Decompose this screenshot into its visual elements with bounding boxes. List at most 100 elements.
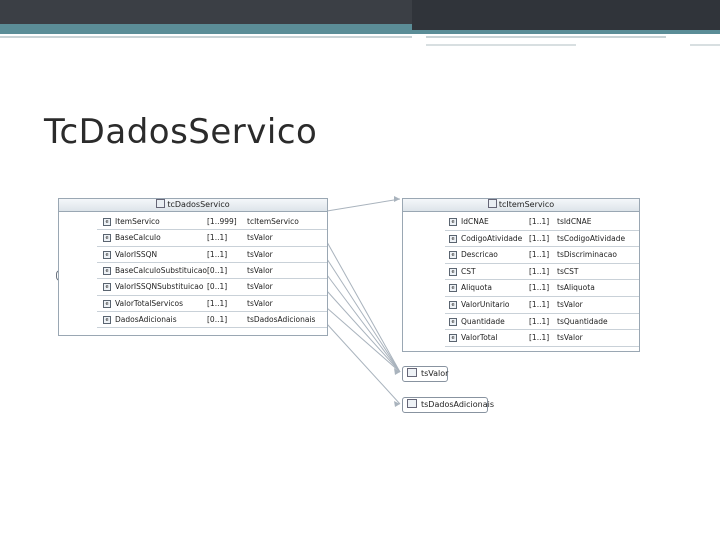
arrowhead <box>394 401 400 407</box>
element-type: tcItemServico <box>247 217 299 226</box>
element-name: ValorISSQNSubstituicao <box>115 282 204 292</box>
row-divider <box>97 310 327 312</box>
arrowhead <box>394 196 400 202</box>
row-divider <box>445 312 639 314</box>
row-divider <box>97 278 327 280</box>
element-cardinality: [1..1] <box>529 217 550 226</box>
element-cardinality: [1..999] <box>207 217 237 226</box>
element-cardinality: [1..1] <box>529 283 550 293</box>
row-divider <box>445 279 639 281</box>
element-icon: e <box>103 283 111 292</box>
element-type: tsValor <box>247 233 273 243</box>
element-icon: e <box>449 301 457 309</box>
element-type: tsValor <box>247 282 273 292</box>
element-row: e Descricao [1..1] tsDiscriminacao <box>403 248 639 262</box>
row-divider <box>97 245 327 247</box>
element-name: CST <box>461 266 476 276</box>
element-name: ValorUnitario <box>461 300 510 309</box>
element-icon: e <box>449 317 457 326</box>
element-name: IdCNAE <box>461 217 489 226</box>
row-divider <box>97 294 327 296</box>
tsdadosadicionais-type-box: tsDadosAdicionais <box>402 397 494 413</box>
element-cardinality: [1..1] <box>529 333 550 343</box>
element-name: BaseCalculoSubstituicao <box>115 265 208 275</box>
element-type: tsDadosAdicionais <box>247 314 316 324</box>
element-row: e ItemServico [1..999] tcItemServico <box>59 215 327 229</box>
element-row: e Aliquota [1..1] tsAliquota <box>403 281 639 295</box>
element-type: tsIdCNAE <box>557 217 592 226</box>
element-icon: e <box>449 284 457 293</box>
element-name: Aliquota <box>461 283 492 293</box>
connector-dadosadicionais <box>326 323 401 405</box>
element-icon: e <box>103 266 111 275</box>
element-name: ValorTotalServicos <box>115 298 184 308</box>
element-row: e ValorUnitario [1..1] tsValor <box>403 298 639 312</box>
complex-type-icon <box>487 199 497 208</box>
simple-type-icon <box>407 399 417 408</box>
element-row: e ValorISSQNSubstituicao [0..1] tsValor <box>59 280 327 294</box>
element-name: CodigoAtividade <box>461 233 523 243</box>
element-type: tsDiscriminacao <box>557 250 617 260</box>
type-box-label: tsDadosAdicionais <box>421 400 495 409</box>
row-divider <box>445 345 639 347</box>
element-type: tsValor <box>557 300 583 309</box>
element-name: Quantidade <box>461 316 505 326</box>
connector-basecalculo <box>326 241 401 373</box>
tcitemservico-box: tcItemServico e IdCNAE [1..1] tsIdCNAE e Codi… <box>402 198 640 352</box>
element-row: e BaseCalculoSubstituicao [0..1] tsValor <box>59 264 327 278</box>
element-icon: e <box>103 250 111 259</box>
element-type: tsValor <box>247 249 273 259</box>
element-cardinality: [0..1] <box>207 314 228 324</box>
element-icon: e <box>103 218 111 226</box>
element-name: ValorISSQN <box>115 249 158 259</box>
tsvalor-type-box: tsValor <box>402 366 448 382</box>
row-divider <box>445 296 639 297</box>
row-divider <box>445 229 639 231</box>
element-type: tsCodigoAtividade <box>557 233 626 243</box>
element-row: e ValorTotal [1..1] tsValor <box>403 331 639 345</box>
element-name: Descricao <box>461 250 498 260</box>
element-name: DadosAdicionais <box>115 314 177 324</box>
element-row: e BaseCalculo [1..1] tsValor <box>59 231 327 245</box>
element-icon: e <box>103 234 111 243</box>
connector-basecalculosubst <box>326 274 401 373</box>
element-cardinality: [1..1] <box>529 233 550 243</box>
element-cardinality: [1..1] <box>207 233 228 243</box>
element-row: e Quantidade [1..1] tsQuantidade <box>403 315 639 329</box>
element-type: tsCST <box>557 266 579 276</box>
element-icon: e <box>103 299 111 308</box>
type-box-label: tsValor <box>421 369 449 378</box>
element-name: ValorTotal <box>461 333 498 343</box>
connector-valortotal <box>326 307 401 373</box>
element-cardinality: [1..1] <box>529 266 550 276</box>
element-row: e CodigoAtividade [1..1] tsCodigoAtividade <box>403 232 639 246</box>
simple-type-icon <box>407 368 417 377</box>
box-header-label: tcItemServico <box>498 200 555 209</box>
element-cardinality: [1..1] <box>529 316 550 326</box>
element-type: tsQuantidade <box>557 316 608 326</box>
element-icon: e <box>103 315 111 324</box>
element-type: tsValor <box>247 298 273 308</box>
element-icon: e <box>449 251 457 260</box>
element-cardinality: [1..1] <box>207 249 228 259</box>
element-type: tsValor <box>247 265 273 275</box>
element-type: tsValor <box>557 333 583 343</box>
row-divider <box>445 262 639 264</box>
complex-type-icon <box>156 199 166 208</box>
element-name: BaseCalculo <box>115 233 161 243</box>
row-divider <box>445 329 639 331</box>
element-name: ItemServico <box>115 217 160 226</box>
element-row: e ValorTotalServicos [1..1] tsValor <box>59 297 327 311</box>
element-cardinality: [1..1] <box>207 298 228 308</box>
tcdadosservico-box: tcDadosServico e ItemServico [1..999] tcIte… <box>58 198 328 336</box>
element-cardinality: [0..1] <box>207 265 228 275</box>
row-divider <box>97 229 327 231</box>
row-divider <box>97 261 327 263</box>
element-cardinality: [1..1] <box>529 250 550 260</box>
element-icon: e <box>449 234 457 243</box>
element-row: e CST [1..1] tsCST <box>403 265 639 279</box>
element-cardinality: [1..1] <box>529 300 550 309</box>
box-header-label: tcDadosServico <box>167 200 230 209</box>
element-icon: e <box>449 267 457 276</box>
element-row: e DadosAdicionais [0..1] tsDadosAdicionais <box>59 313 327 327</box>
